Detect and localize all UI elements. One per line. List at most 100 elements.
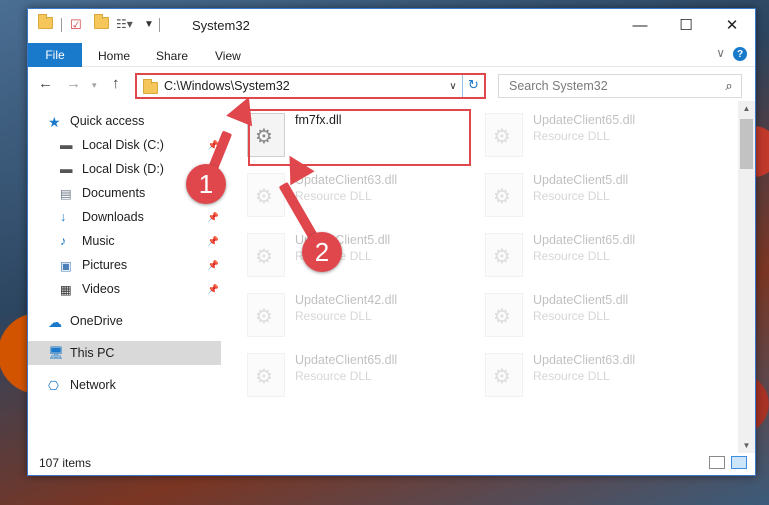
tab-home[interactable]: Home [98, 49, 130, 63]
file-name: UpdateClient63.dll [295, 173, 398, 187]
file-type: Resource DLL [295, 189, 372, 203]
maximize-button[interactable]: ☐ [663, 9, 709, 41]
sidebar-item-label: Local Disk (D:) [82, 162, 164, 176]
tab-view[interactable]: View [215, 49, 241, 63]
search-box[interactable]: ⌕ [498, 74, 742, 98]
sidebar-item-network[interactable]: ⎔ Network [28, 373, 221, 397]
ribbon: File Home Share View ∨ ? [28, 41, 755, 67]
divider [159, 18, 160, 32]
file-type: Resource DLL [533, 369, 610, 383]
sidebar-item-videos[interactable]: ▦ Videos 📌 [28, 277, 221, 301]
address-dropdown-icon[interactable]: ∨ [444, 81, 462, 92]
network-icon: ⎔ [48, 379, 59, 393]
dll-file-icon [247, 173, 285, 217]
file-item[interactable]: UpdateClient65.dll Resource DLL [485, 229, 715, 285]
divider [61, 18, 62, 32]
scroll-thumb[interactable] [740, 119, 753, 169]
file-type: Resource DLL [533, 189, 610, 203]
file-name: UpdateClient63.dll [533, 353, 636, 367]
customize-quick-access-icon[interactable]: ☷▾ [116, 17, 133, 33]
sidebar-item-label: This PC [70, 346, 115, 360]
help-icon[interactable]: ? [733, 47, 747, 61]
sidebar-item-downloads[interactable]: ↓ Downloads 📌 [28, 205, 221, 229]
file-item[interactable]: UpdateClient63.dll Resource DLL [247, 169, 477, 225]
sidebar-item-music[interactable]: ♪ Music 📌 [28, 229, 221, 253]
file-item[interactable]: UpdateClient5.dllResource DLL [485, 289, 715, 345]
pc-icon: 🖥 [48, 346, 64, 360]
sidebar-item-label: Quick access [70, 114, 145, 128]
navigation-bar: ← → ▾ ↑ C:\Windows\System32 ∨ ↻ ⌕ [28, 69, 755, 101]
window-title: System32 [192, 18, 250, 33]
pin-icon: 📌 [207, 283, 219, 294]
documents-icon: ▤ [60, 187, 72, 201]
dll-file-icon [485, 173, 523, 217]
sidebar-item-local-disk-c[interactable]: ▬ Local Disk (C:) 📌 [28, 133, 221, 157]
sidebar-item-this-pc[interactable]: 🖥 This PC [28, 341, 221, 365]
annotation-badge-2: 2 [302, 232, 342, 272]
pin-icon: 📌 [207, 235, 219, 246]
file-item[interactable]: UpdateClient5.dllResource DLL [247, 229, 477, 285]
up-arrow-icon[interactable]: ↑ [112, 75, 120, 92]
file-item[interactable]: UpdateClient65.dll Resource DLL [485, 109, 715, 165]
large-icons-view-icon[interactable] [731, 456, 747, 469]
forward-arrow-icon[interactable]: → [66, 75, 81, 92]
folder-icon [38, 14, 53, 33]
file-item[interactable]: UpdateClient63.dll Resource DLL [485, 349, 715, 405]
file-highlight-box [248, 109, 471, 166]
tab-share[interactable]: Share [156, 49, 188, 63]
vertical-scrollbar[interactable]: ▲ ▼ [738, 101, 755, 453]
file-item[interactable]: UpdateClient65.dll Resource DLL [247, 349, 477, 405]
star-icon: ★ [48, 114, 61, 130]
drive-icon: ▬ [60, 138, 73, 152]
pin-icon: 📌 [207, 211, 219, 222]
sidebar-item-label: Videos [82, 282, 120, 296]
file-name: UpdateClient5.dll [533, 173, 629, 187]
quick-access-dropdown-icon[interactable]: ▼ [144, 19, 154, 35]
file-name: UpdateClient65.dll [533, 113, 636, 127]
properties-icon[interactable]: ☑ [70, 17, 82, 33]
scroll-up-icon[interactable]: ▲ [738, 104, 755, 113]
cloud-icon: ☁ [48, 314, 62, 330]
videos-icon: ▦ [60, 283, 72, 297]
details-view-icon[interactable] [709, 456, 725, 469]
back-arrow-icon[interactable]: ← [38, 75, 53, 92]
dll-file-icon [247, 353, 285, 397]
pin-icon: 📌 [207, 259, 219, 270]
close-button[interactable]: ✕ [709, 9, 755, 41]
file-name: UpdateClient65.dll [533, 233, 636, 247]
dll-file-icon [485, 353, 523, 397]
music-icon: ♪ [60, 234, 67, 248]
new-folder-icon[interactable] [94, 14, 109, 33]
sidebar-item-label: Music [82, 234, 115, 248]
file-name: UpdateClient5.dll [533, 293, 629, 307]
minimize-button[interactable]: — [617, 9, 663, 41]
title-bar: ☑ ☷▾ ▼ System32 — ☐ ✕ [28, 9, 755, 41]
search-input[interactable] [509, 79, 717, 93]
search-icon: ⌕ [725, 78, 733, 93]
download-icon: ↓ [60, 210, 67, 224]
sidebar-item-pictures[interactable]: ▣ Pictures 📌 [28, 253, 221, 277]
drive-icon: ▬ [60, 162, 73, 176]
item-count: 107 items [39, 456, 92, 470]
file-item[interactable]: UpdateClient42.dll Resource DLL [247, 289, 477, 345]
sidebar-item-label: Local Disk (C:) [82, 138, 164, 152]
expand-ribbon-icon[interactable]: ∨ [716, 46, 725, 60]
file-name: UpdateClient65.dll [295, 353, 398, 367]
pictures-icon: ▣ [60, 259, 72, 273]
sidebar-item-label: Network [70, 378, 116, 392]
dll-file-icon [247, 293, 285, 337]
dll-file-icon [485, 113, 523, 157]
address-path[interactable]: C:\Windows\System32 [164, 79, 444, 93]
tab-file[interactable]: File [28, 43, 82, 67]
sidebar-item-onedrive[interactable]: ☁ OneDrive [28, 309, 221, 333]
file-name: UpdateClient42.dll [295, 293, 398, 307]
refresh-icon[interactable]: ↻ [462, 75, 484, 97]
sidebar-item-label: OneDrive [70, 314, 123, 328]
sidebar-item-quick-access[interactable]: ★ Quick access [28, 109, 221, 133]
file-item[interactable]: UpdateClient5.dll Resource DLL [485, 169, 715, 225]
sidebar-item-label: Documents [82, 186, 146, 200]
sidebar-item-label: Downloads [82, 210, 144, 224]
recent-locations-icon[interactable]: ▾ [92, 80, 97, 91]
scroll-down-icon[interactable]: ▼ [738, 441, 755, 450]
address-bar[interactable]: C:\Windows\System32 ∨ ↻ [135, 73, 486, 99]
